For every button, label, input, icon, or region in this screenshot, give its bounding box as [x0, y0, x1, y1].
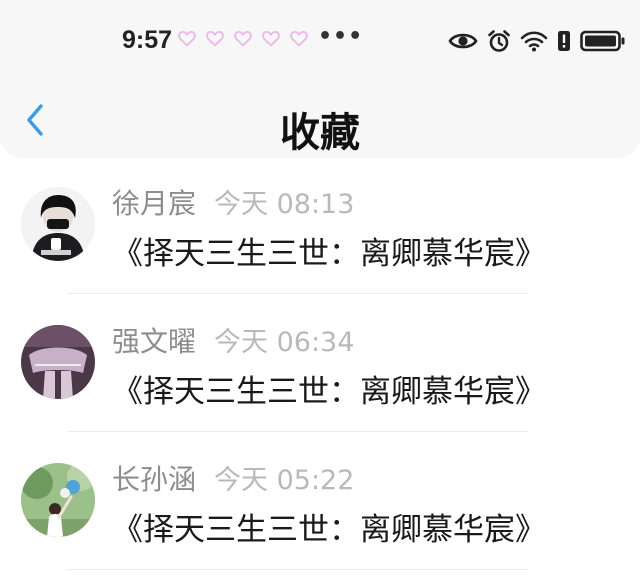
avatar[interactable] — [21, 325, 95, 399]
timestamp: 今天 06:34 — [214, 327, 355, 358]
timestamp: 今天 05:22 — [214, 465, 355, 496]
item-meta: 徐月宸 今天 08:13 — [112, 182, 354, 222]
eye-icon — [448, 33, 478, 49]
favorite-content: 《择天三生三世：离卿慕华宸》 — [112, 374, 546, 410]
heart-icon — [290, 31, 308, 47]
header: 9:57 ••• 收藏 — [0, 0, 640, 156]
more-notifications-indicator: ••• — [318, 24, 364, 49]
timestamp: 今天 08:13 — [214, 189, 355, 220]
heart-icon — [206, 31, 224, 47]
alarm-icon — [488, 30, 510, 52]
navigation-bar: 收藏 — [0, 80, 640, 156]
page-title: 收藏 — [280, 110, 360, 156]
battery-alert-icon — [558, 31, 570, 51]
list-item[interactable]: 强文曜 今天 06:34 《择天三生三世：离卿慕华宸》 — [0, 294, 640, 432]
avatar[interactable] — [21, 463, 95, 537]
divider — [68, 569, 528, 570]
favorite-content: 《择天三生三世：离卿慕华宸》 — [112, 512, 546, 548]
list-item[interactable]: 长孙涵 今天 05:22 《择天三生三世：离卿慕华宸》 — [0, 432, 640, 570]
user-name: 徐月宸 — [112, 187, 197, 220]
list-item[interactable]: 徐月宸 今天 08:13 《择天三生三世：离卿慕华宸》 — [0, 156, 640, 294]
heart-icon — [178, 31, 196, 47]
user-name: 长孙涵 — [112, 463, 197, 496]
item-meta: 强文曜 今天 06:34 — [112, 320, 354, 360]
status-bar: 9:57 ••• — [0, 0, 640, 80]
user-name: 强文曜 — [112, 325, 197, 358]
wifi-icon — [520, 31, 548, 52]
system-status-icons — [448, 28, 626, 54]
favorites-list: 徐月宸 今天 08:13 《择天三生三世：离卿慕华宸》 强文曜 今天 06:34… — [0, 156, 640, 570]
notification-icons — [178, 31, 308, 47]
status-time: 9:57 — [122, 26, 173, 54]
avatar-image — [21, 187, 95, 261]
battery-icon — [580, 30, 625, 52]
favorite-content: 《择天三生三世：离卿慕华宸》 — [112, 236, 546, 272]
item-meta: 长孙涵 今天 05:22 — [112, 458, 354, 498]
heart-icon — [234, 31, 252, 47]
heart-icon — [262, 31, 280, 47]
avatar[interactable] — [21, 187, 95, 261]
avatar-image — [21, 463, 95, 537]
avatar-image — [21, 325, 95, 399]
